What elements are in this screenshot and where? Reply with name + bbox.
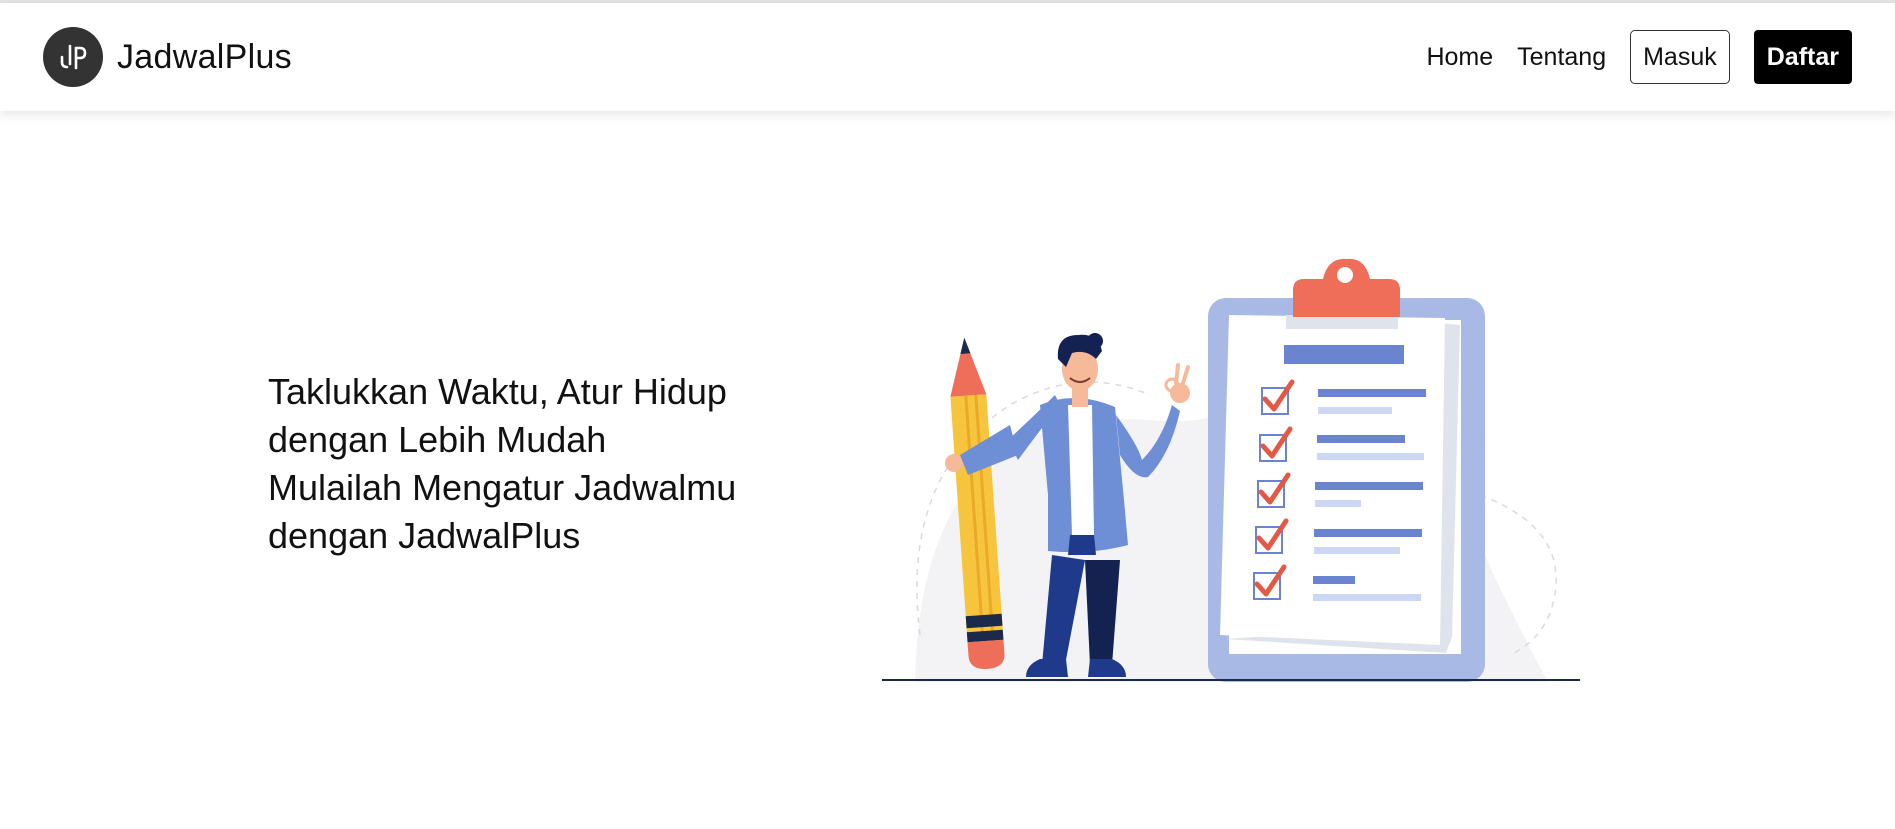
main-nav: Home Tentang Masuk Daftar xyxy=(1426,30,1852,84)
register-button[interactable]: Daftar xyxy=(1753,30,1852,84)
hero-line-4: dengan JadwalPlus xyxy=(268,515,581,556)
hero-line-1: Taklukkan Waktu, Atur Hidup xyxy=(268,371,727,412)
clipboard-icon xyxy=(1208,258,1485,682)
hero-line-3: Mulailah Mengatur Jadwalmu xyxy=(268,467,737,508)
brand-name: JadwalPlus xyxy=(117,37,292,76)
login-button[interactable]: Masuk xyxy=(1630,30,1730,84)
nav-home-link[interactable]: Home xyxy=(1426,43,1493,72)
hero-headline: Taklukkan Waktu, Atur Hidup dengan Lebih… xyxy=(268,368,868,560)
hero-line-2: dengan Lebih Mudah xyxy=(268,419,607,460)
nav-about-link[interactable]: Tentang xyxy=(1517,43,1606,72)
jp-monogram-icon xyxy=(43,27,103,87)
navbar: JadwalPlus Home Tentang Masuk Daftar xyxy=(0,3,1895,111)
brand-link[interactable]: JadwalPlus xyxy=(43,27,292,87)
hero-illustration xyxy=(882,258,1580,682)
ground-line xyxy=(882,679,1580,681)
